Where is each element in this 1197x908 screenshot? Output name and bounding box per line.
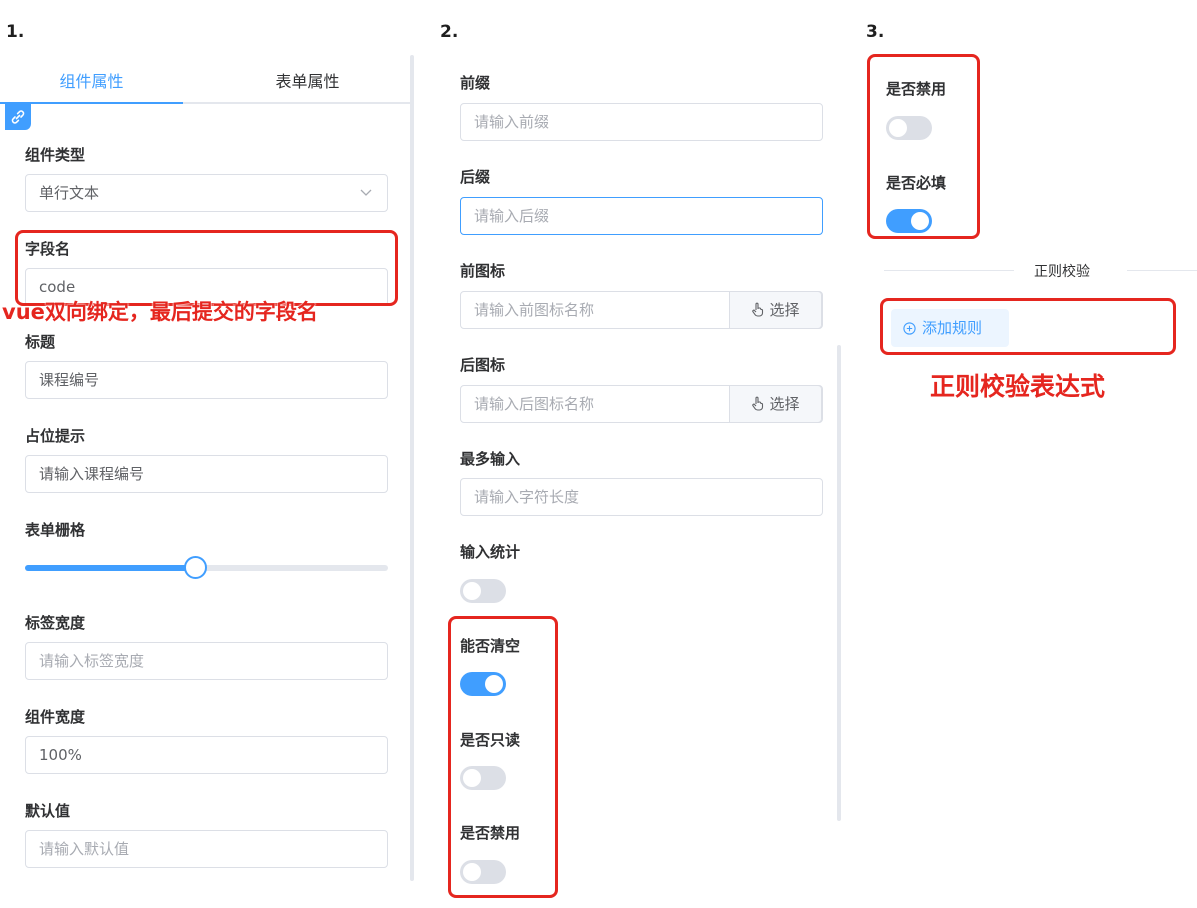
field-name-highlight-box	[15, 230, 398, 306]
component-type-label: 组件类型	[25, 146, 86, 164]
component-width-label: 组件宽度	[25, 708, 86, 726]
switch-group-highlight-box	[448, 616, 558, 898]
maxlength-label: 最多输入	[460, 450, 521, 468]
field-name-annotation: vue双向绑定，最后提交的字段名	[2, 300, 318, 324]
grid-span-slider-fill	[25, 565, 196, 571]
prefix-label: 前缀	[460, 74, 491, 92]
default-value-input[interactable]: 请输入默认值	[25, 830, 388, 868]
regex-annotation: 正则校验表达式	[930, 372, 1106, 401]
suffix-icon-input-placeholder: 请输入后图标名称	[474, 395, 595, 413]
add-rule-highlight-box	[880, 298, 1176, 355]
prefix-icon-label: 前图标	[460, 262, 506, 280]
title-label: 标题	[25, 333, 56, 351]
suffix-icon-select-label: 选择	[769, 395, 800, 413]
maxlength-input[interactable]: 请输入字符长度	[460, 478, 823, 516]
word-limit-label: 输入统计	[460, 543, 521, 561]
suffix-input[interactable]: 请输入后缀	[460, 197, 823, 235]
component-type-value: 单行文本	[39, 184, 100, 202]
chevron-down-icon	[360, 189, 372, 196]
suffix-icon-input[interactable]: 请输入后图标名称 选择	[460, 385, 823, 423]
placeholder-input[interactable]: 请输入课程编号	[25, 455, 388, 493]
prefix-icon-input[interactable]: 请输入前图标名称 选择	[460, 291, 823, 329]
link-icon[interactable]	[5, 104, 31, 130]
label-width-label: 标签宽度	[25, 614, 86, 632]
panel2-scrollbar[interactable]	[837, 345, 841, 821]
step-number-1: 1.	[6, 22, 25, 42]
default-value-label: 默认值	[25, 802, 71, 820]
prefix-icon-select-button[interactable]: 选择	[729, 291, 822, 329]
step-number-3: 3.	[866, 22, 885, 42]
prefix-input[interactable]: 请输入前缀	[460, 103, 823, 141]
regex-divider-text: 正则校验	[1034, 261, 1090, 281]
panel1-scrollbar[interactable]	[410, 55, 414, 881]
grid-span-slider-handle[interactable]	[184, 556, 208, 579]
divider-line-left	[884, 270, 1014, 271]
step-number-2: 2.	[440, 22, 459, 42]
suffix-icon-label: 后图标	[460, 356, 506, 374]
suffix-icon-select-button[interactable]: 选择	[729, 385, 822, 423]
tab-component-properties[interactable]: 组件属性	[0, 62, 183, 102]
component-width-input[interactable]: 100%	[25, 736, 388, 774]
label-width-input[interactable]: 请输入标签宽度	[25, 642, 388, 680]
word-limit-switch[interactable]	[460, 579, 506, 603]
component-type-select[interactable]: 单行文本	[25, 174, 388, 212]
pointer-hand-icon	[752, 396, 764, 411]
properties-tabs: 组件属性 表单属性	[0, 62, 410, 104]
pointer-hand-icon	[752, 302, 764, 317]
grid-span-label: 表单栅格	[25, 521, 86, 539]
prefix-icon-select-label: 选择	[769, 301, 800, 319]
prefix-icon-input-placeholder: 请输入前图标名称	[474, 301, 595, 319]
tab-form-properties[interactable]: 表单属性	[235, 62, 380, 102]
placeholder-label: 占位提示	[25, 427, 86, 445]
title-input[interactable]: 课程编号	[25, 361, 388, 399]
suffix-label: 后缀	[460, 168, 491, 186]
divider-line-right	[1127, 270, 1197, 271]
p3-switch-highlight-box	[867, 54, 980, 239]
